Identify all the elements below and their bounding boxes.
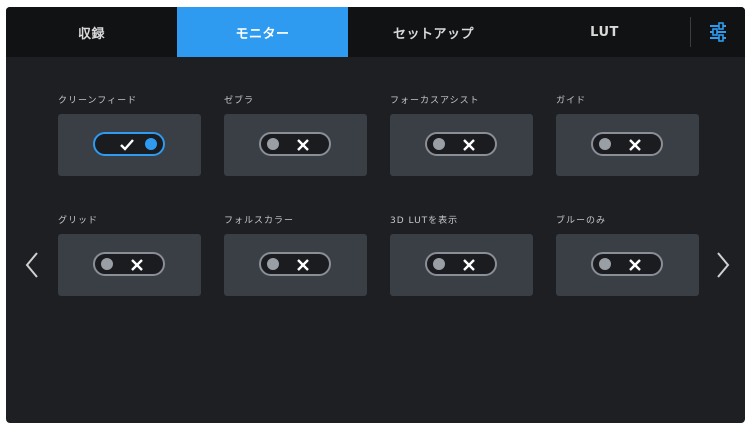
tab-monitor[interactable]: モニター	[177, 7, 348, 57]
focus-assist-label: フォーカスアシスト	[390, 96, 480, 106]
toggle-knob	[101, 258, 113, 270]
clean-feed-card[interactable]	[58, 114, 201, 176]
guides-card[interactable]	[556, 114, 699, 176]
zebra-toggle[interactable]	[259, 132, 331, 156]
settings-button[interactable]	[698, 15, 738, 49]
guides-toggle[interactable]	[591, 132, 663, 156]
close-icon	[297, 259, 309, 271]
blue-only-card[interactable]	[556, 234, 699, 296]
false-color-label: フォルスカラー	[224, 216, 295, 226]
display-3d-lut-card[interactable]	[390, 234, 533, 296]
clean-feed-label: クリーンフィード	[58, 96, 138, 106]
toggle-knob	[599, 258, 611, 270]
clean-feed-toggle[interactable]	[93, 132, 165, 156]
close-icon	[463, 139, 475, 151]
blue-only-toggle[interactable]	[591, 252, 663, 276]
sliders-icon	[710, 22, 726, 42]
tab-bar: 収録 モニター セットアップ LUT	[6, 7, 745, 57]
toggle-knob	[599, 138, 611, 150]
focus-assist-toggle[interactable]	[425, 132, 497, 156]
tab-setup[interactable]: セットアップ	[348, 7, 519, 57]
toggle-knob	[433, 138, 445, 150]
toggle-knob	[267, 258, 279, 270]
toggle-knob	[267, 138, 279, 150]
focus-assist-card[interactable]	[390, 114, 533, 176]
close-icon	[297, 139, 309, 151]
tab-divider	[690, 17, 691, 47]
previous-page-arrow[interactable]	[20, 247, 44, 283]
next-page-arrow[interactable]	[711, 247, 735, 283]
tab-lut[interactable]: LUT	[519, 7, 690, 57]
zebra-card[interactable]	[224, 114, 367, 176]
false-color-toggle[interactable]	[259, 252, 331, 276]
toggle-knob	[433, 258, 445, 270]
chevron-left-icon	[25, 252, 38, 278]
display-3d-lut-label: 3D LUTを表示	[390, 216, 459, 226]
check-icon	[120, 139, 134, 151]
display-3d-lut-toggle[interactable]	[425, 252, 497, 276]
chevron-right-icon	[717, 252, 730, 278]
blue-only-label: ブルーのみ	[556, 216, 607, 226]
zebra-label: ゼブラ	[224, 96, 255, 106]
grid-card[interactable]	[58, 234, 201, 296]
close-icon	[463, 259, 475, 271]
close-icon	[629, 259, 641, 271]
close-icon	[131, 259, 143, 271]
grid-toggle[interactable]	[93, 252, 165, 276]
tab-record[interactable]: 収録	[6, 7, 177, 57]
close-icon	[629, 139, 641, 151]
false-color-card[interactable]	[224, 234, 367, 296]
monitor-settings-screen: 収録 モニター セットアップ LUT クリーンフィード ゼブラ フォーカスアシス…	[6, 7, 745, 423]
toggle-knob	[145, 138, 157, 150]
grid-label: グリッド	[58, 216, 99, 226]
guides-label: ガイド	[556, 96, 587, 106]
